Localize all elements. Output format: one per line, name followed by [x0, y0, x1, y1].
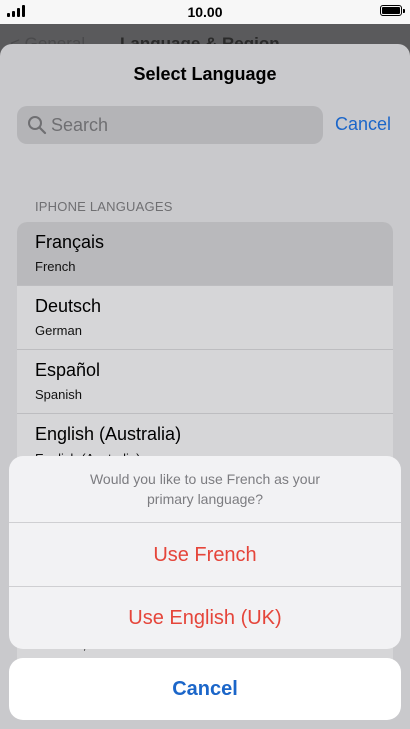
phone-screen: 10.00 < General Language & Region Select…	[0, 0, 410, 729]
language-name: Français	[35, 232, 105, 252]
language-row-german[interactable]: Deutsch German	[17, 286, 393, 350]
action-sheet-message: Would you like to use French as your pri…	[9, 456, 401, 523]
language-name: English (Australia)	[35, 424, 182, 444]
use-english-uk-button[interactable]: Use English (UK)	[9, 587, 401, 649]
battery-full-icon	[380, 5, 405, 16]
language-row-spanish[interactable]: Español Spanish	[17, 350, 393, 414]
language-subtitle: French	[35, 259, 76, 274]
search-input[interactable]	[51, 106, 311, 144]
status-bar: 10.00	[0, 0, 410, 24]
use-french-button[interactable]: Use French	[9, 524, 401, 587]
search-field[interactable]	[17, 106, 323, 144]
action-sheet: Would you like to use French as your pri…	[9, 456, 401, 649]
language-name: Español	[35, 360, 101, 380]
language-subtitle: German	[35, 323, 82, 338]
sheet-title: Select Language	[133, 64, 277, 84]
section-header: IPHONE LANGUAGES	[35, 199, 173, 214]
language-row-french[interactable]: Français French	[17, 222, 393, 286]
search-cancel-button[interactable]: Cancel	[335, 114, 391, 135]
status-time: 10.00	[187, 4, 223, 20]
search-icon	[28, 116, 47, 135]
action-sheet-cancel-button[interactable]: Cancel	[9, 658, 401, 720]
language-list: Français French Deutsch German Español S…	[17, 222, 393, 478]
language-name: Deutsch	[35, 296, 102, 316]
language-subtitle: Spanish	[35, 387, 82, 402]
